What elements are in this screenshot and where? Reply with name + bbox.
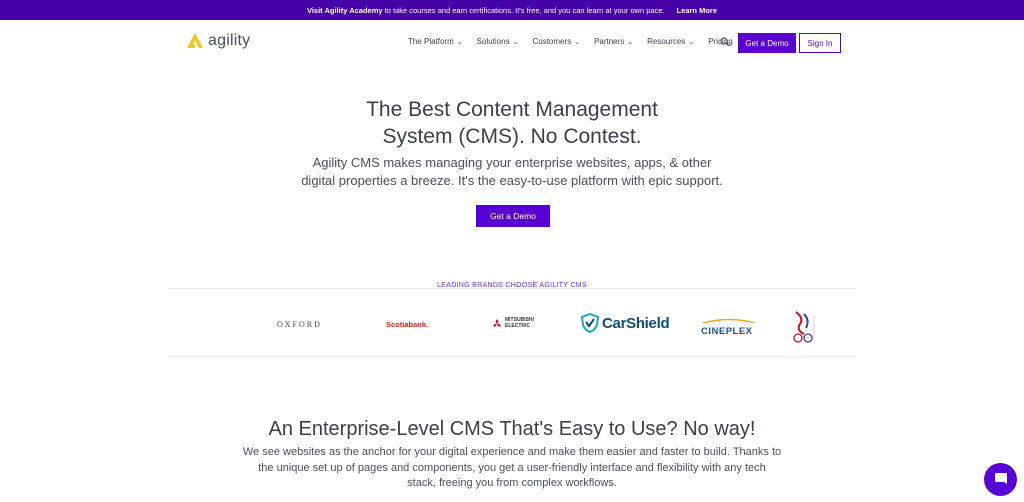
mitsubishi-diamonds-icon: [493, 318, 501, 326]
main-navigation: agility The Platform ⌄ Solutions ⌄ Custo…: [0, 20, 1024, 64]
nav-item-platform[interactable]: The Platform ⌄: [408, 37, 463, 46]
cineplex-arc-icon: [702, 318, 756, 323]
announcement-message[interactable]: Visit Agility Academy to take courses an…: [307, 6, 665, 15]
section-text-line: the unique set up of pages and component…: [258, 461, 766, 474]
cineplex-logo: CINEPLEX: [701, 318, 757, 337]
scotiabank-logo: Scotiabank.: [386, 320, 429, 329]
chevron-down-icon: ⌄: [688, 38, 695, 46]
chat-widget-button[interactable]: [984, 463, 1017, 496]
carshield-logo: CarShield: [581, 313, 670, 333]
section-text-line: stack, freeing you from complex workflow…: [407, 477, 617, 489]
chat-bubble-icon: [994, 473, 1007, 484]
get-demo-nav-button[interactable]: Get a Demo: [738, 33, 796, 53]
hero-title: The Best Content Management System (CMS)…: [312, 96, 712, 150]
mitsubishi-electric-logo: MITSUBISHI ELECTRIC: [492, 317, 534, 329]
nav-item-label: Customers: [532, 37, 572, 46]
announcement-text: to take courses and earn certifications.…: [384, 5, 665, 15]
oxford-logo: OXFORD: [277, 320, 322, 329]
section-title: An Enterprise-Level CMS That's Easy to U…: [268, 418, 756, 440]
runner-logo: [793, 311, 815, 343]
chevron-down-icon: ⌄: [456, 38, 463, 46]
mitsubishi-text: MITSUBISHI ELECTRIC: [505, 317, 534, 329]
search-icon[interactable]: [720, 37, 730, 47]
section-text: We see websites as the anchor for your d…: [232, 445, 792, 492]
carshield-text: CarShield: [602, 314, 670, 332]
nav-item-label: Resources: [647, 37, 686, 46]
chevron-down-icon: ⌄: [574, 38, 581, 46]
announcement-lead: Visit Agility Academy: [306, 5, 383, 15]
nav-menu: The Platform ⌄ Solutions ⌄ Customers ⌄ P…: [408, 37, 733, 46]
hero-title-line: System (CMS). No Contest.: [382, 125, 642, 148]
cineplex-text: CINEPLEX: [701, 326, 753, 337]
hero-subtitle-line: Agility CMS makes managing your enterpri…: [312, 155, 712, 170]
nav-item-label: Solutions: [476, 37, 510, 46]
shield-icon: [581, 313, 599, 333]
hero-subtitle-line: digital properties a breeze. It's the ea…: [301, 173, 723, 188]
nav-item-resources[interactable]: Resources ⌄: [647, 37, 694, 46]
sign-in-button[interactable]: Sign In: [799, 33, 841, 53]
hero-title-line: The Best Content Management: [366, 98, 658, 121]
nav-item-partners[interactable]: Partners ⌄: [594, 37, 633, 46]
agility-logo-icon: [187, 33, 203, 48]
hero-subtitle: Agility CMS makes managing your enterpri…: [262, 154, 762, 190]
get-demo-hero-button[interactable]: Get a Demo: [476, 205, 550, 227]
nav-item-label: The Platform: [408, 37, 454, 46]
nav-item-label: Partners: [594, 37, 625, 46]
logo-text: agility: [208, 32, 251, 49]
brands-label: LEADING BRANDS CHOOSE AGILITY CMS: [437, 282, 587, 289]
section-text-line: We see websites as the anchor for your d…: [242, 446, 782, 458]
agility-logo[interactable]: agility: [186, 32, 250, 50]
chevron-down-icon: ⌄: [627, 38, 634, 46]
nav-item-customers[interactable]: Customers ⌄: [532, 37, 580, 46]
nav-item-solutions[interactable]: Solutions ⌄: [477, 37, 519, 46]
learn-more-link[interactable]: Learn More: [677, 6, 717, 15]
divider: [168, 356, 856, 357]
mitsubishi-line: ELECTRIC: [505, 322, 530, 329]
announcement-bar: Visit Agility Academy to take courses an…: [0, 0, 1024, 20]
chevron-down-icon: ⌄: [512, 38, 519, 46]
